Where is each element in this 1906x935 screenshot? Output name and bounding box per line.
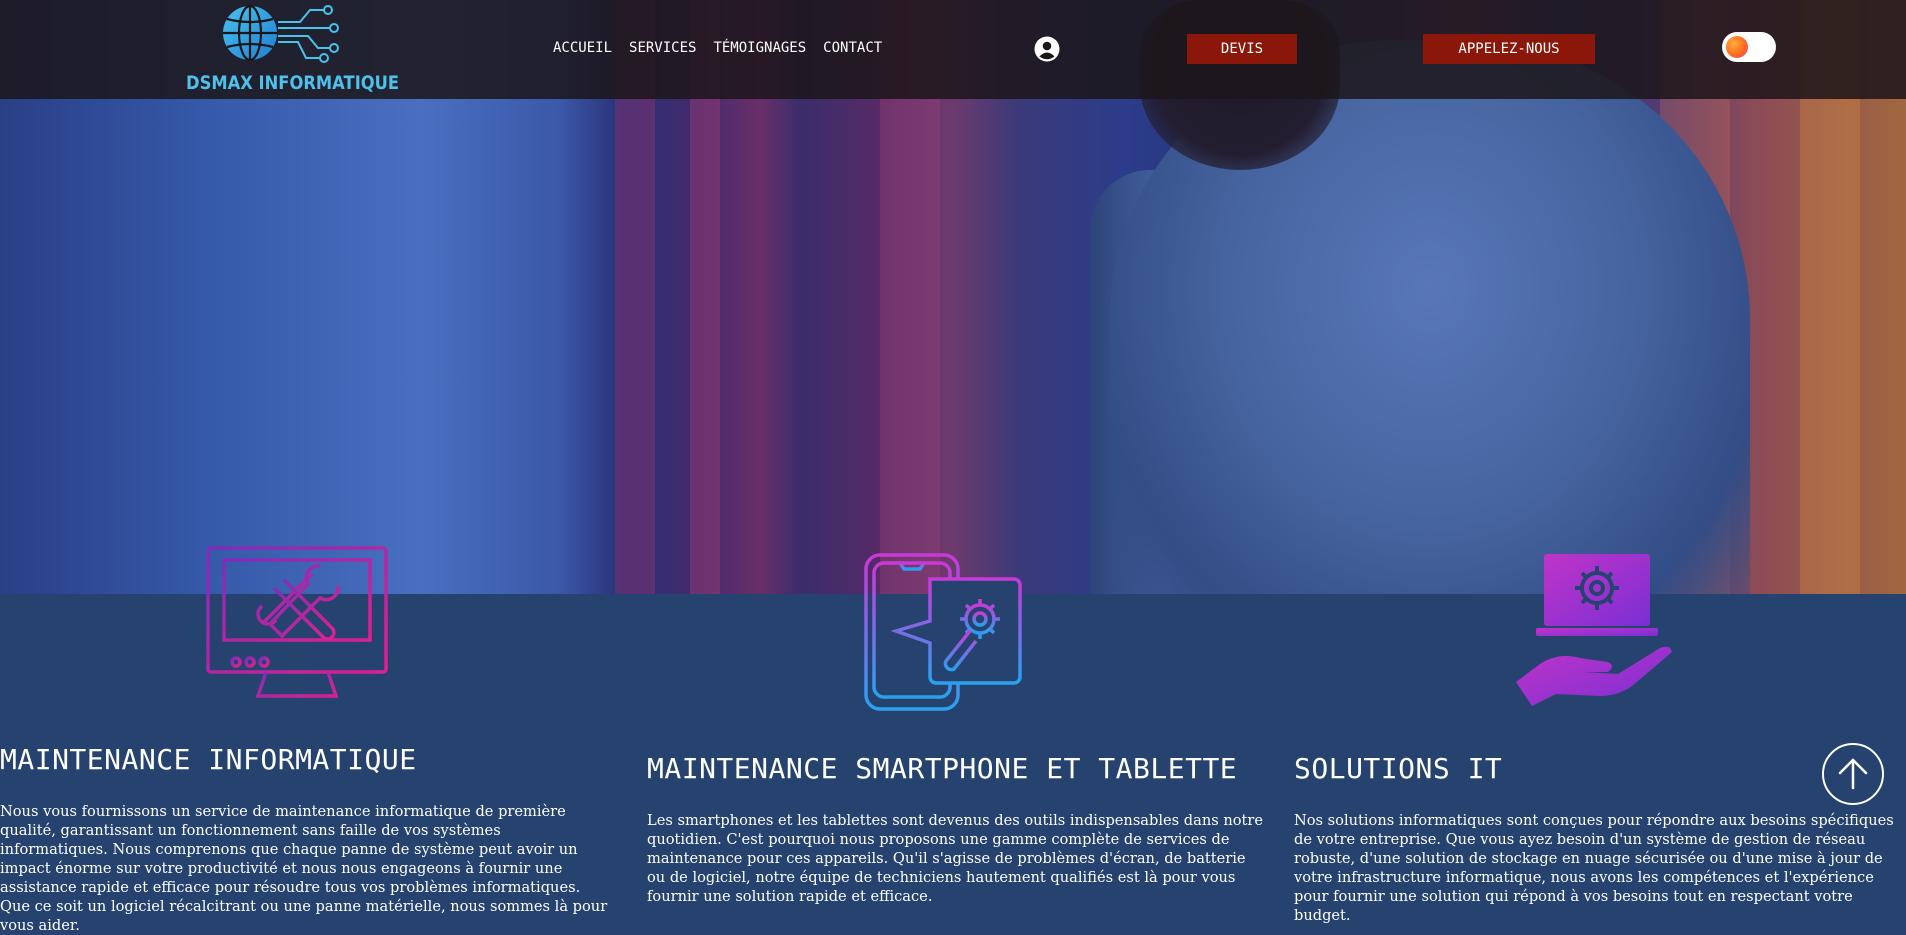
brand-logo[interactable]: DSMAX INFORMATIQUE bbox=[186, 2, 400, 98]
globe-circuit-icon bbox=[223, 4, 339, 63]
scroll-to-top-button[interactable] bbox=[1822, 743, 1884, 805]
main-nav: ACCUEIL SERVICES TÉMOIGNAGES CONTACT bbox=[553, 40, 882, 56]
laptop-gear-hand-icon bbox=[1516, 554, 1672, 706]
user-circle-icon[interactable] bbox=[1034, 36, 1060, 62]
nav-item-accueil[interactable]: ACCUEIL bbox=[553, 40, 612, 56]
call-us-button[interactable]: APPELEZ-NOUS bbox=[1423, 34, 1595, 64]
service-title-solutions-it: SOLUTIONS IT bbox=[1294, 752, 1503, 785]
header-bar: DSMAX INFORMATIQUE ACCUEIL SERVICES TÉMO… bbox=[0, 0, 1906, 99]
theme-toggle[interactable] bbox=[1722, 32, 1776, 62]
nav-item-temoignages[interactable]: TÉMOIGNAGES bbox=[713, 40, 806, 56]
brand-name: DSMAX INFORMATIQUE bbox=[186, 72, 400, 94]
nav-item-services[interactable]: SERVICES bbox=[629, 40, 696, 56]
service-title-smartphone-tablette: MAINTENANCE SMARTPHONE ET TABLETTE bbox=[647, 752, 1238, 785]
service-text-smartphone-tablette: Les smartphones et les tablettes sont de… bbox=[647, 812, 1264, 905]
phone-tablet-repair-icon bbox=[864, 553, 1022, 711]
service-title-maintenance-informatique: MAINTENANCE INFORMATIQUE bbox=[0, 743, 417, 776]
arrow-up-icon bbox=[1838, 758, 1868, 790]
service-text-solutions-it: Nos solutions informatiques sont conçues… bbox=[1294, 812, 1894, 924]
service-text-maintenance-informatique: Nous vous fournissons un service de main… bbox=[0, 803, 608, 934]
toggle-knob bbox=[1726, 36, 1748, 58]
devis-button[interactable]: DEVIS bbox=[1187, 34, 1297, 64]
monitor-tools-icon bbox=[206, 546, 388, 698]
nav-item-contact[interactable]: CONTACT bbox=[823, 40, 882, 56]
